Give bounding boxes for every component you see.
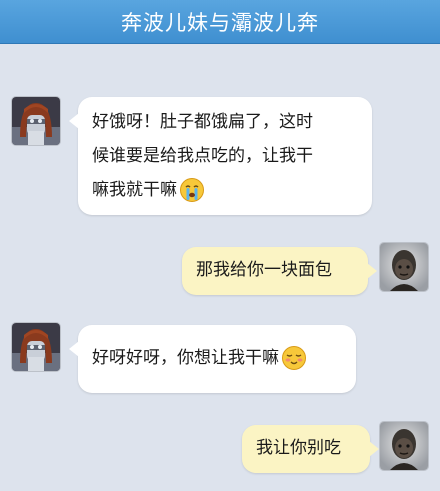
message-text-line: 候谁要是给我点吃的，让我干 [92, 146, 313, 166]
monk-avatar[interactable] [380, 422, 428, 470]
message-bubble[interactable]: 好呀好呀，你想让我干嘛 [69, 325, 356, 393]
girl-avatar[interactable] [12, 97, 60, 145]
title-bar: 奔波儿妹与灞波儿奔 [0, 0, 440, 44]
message-bubble[interactable]: 好饿呀！肚子都饿扁了，这时 候谁要是给我点吃的，让我干 嘛我就干嘛 [69, 97, 372, 215]
crying-face-icon [179, 177, 205, 203]
message-text-line: 我让你别吃 [256, 438, 341, 458]
bubble-tail [69, 341, 79, 357]
bubble-tail [367, 263, 377, 279]
bubble-tail [69, 113, 79, 129]
shy-smile-icon [281, 345, 307, 371]
bubble-tail [369, 441, 379, 457]
message-bubble[interactable]: 那我给你一块面包 [182, 247, 377, 295]
message-text-line: 好呀好呀，你想让我干嘛 [92, 348, 279, 368]
girl-avatar[interactable] [12, 323, 60, 371]
message-text-line: 那我给你一块面包 [196, 260, 332, 280]
message-text-line: 好饿呀！肚子都饿扁了，这时 [92, 112, 313, 132]
message-bubble[interactable]: 我让你别吃 [242, 425, 379, 473]
message-list[interactable]: 好饿呀！肚子都饿扁了，这时 候谁要是给我点吃的，让我干 嘛我就干嘛 那我给你一块… [0, 44, 440, 491]
message-text-line: 嘛我就干嘛 [92, 180, 177, 200]
monk-avatar[interactable] [380, 243, 428, 291]
chat-title: 奔波儿妹与灞波儿奔 [121, 10, 319, 35]
